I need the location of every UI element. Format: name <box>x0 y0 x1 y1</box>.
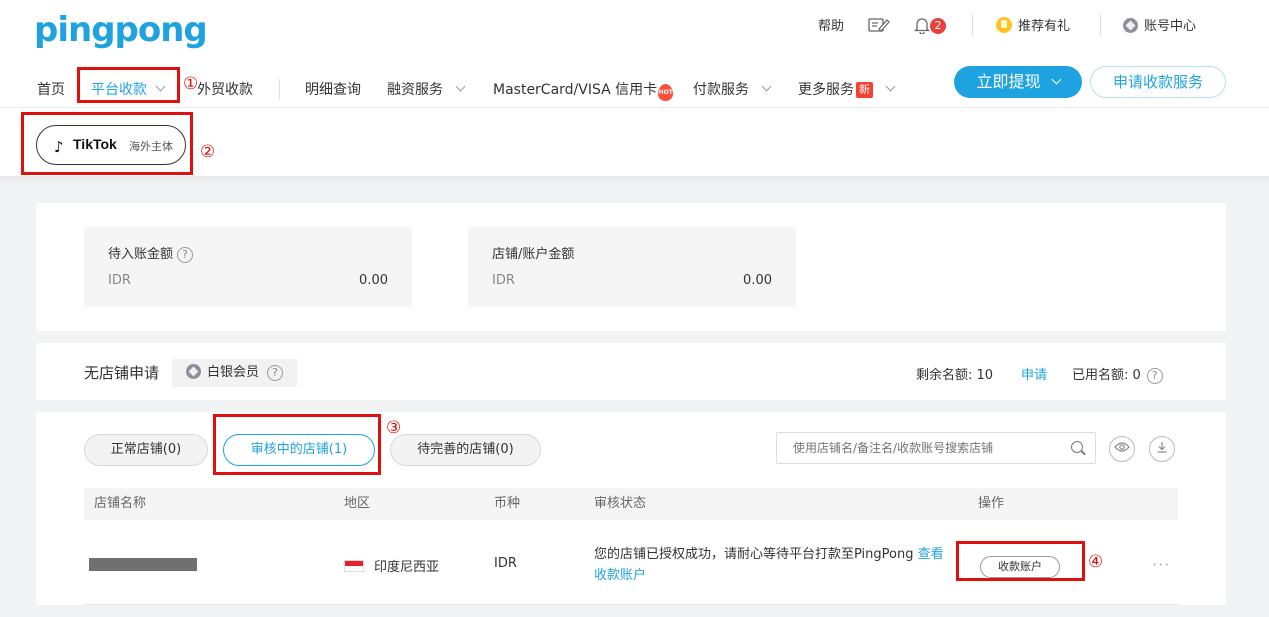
diamond-icon <box>1123 18 1138 33</box>
remaining-label: 剩余名额: <box>916 368 973 383</box>
store-balance-label: 店铺/账户金额 <box>492 247 575 262</box>
referral-link[interactable]: 推荐有礼 <box>996 16 1070 38</box>
annotation-box-3 <box>213 414 381 475</box>
store-balance-currency: IDR <box>492 273 515 288</box>
edit-icon[interactable] <box>868 16 890 38</box>
row-divider <box>84 604 1178 605</box>
store-region-label: 印度尼西亚 <box>374 560 440 575</box>
download-icon[interactable] <box>1149 436 1175 462</box>
nav-more-services[interactable]: 更多服务新 <box>798 79 896 101</box>
annotation-marker-1: ① <box>183 74 199 94</box>
nav-financing[interactable]: 融资服务 <box>387 79 466 101</box>
chevron-down-icon <box>455 81 466 92</box>
pending-balance-currency: IDR <box>108 273 131 288</box>
diamond-icon <box>186 364 201 379</box>
nav-home[interactable]: 首页 <box>37 79 65 101</box>
quota-panel: 无店铺申请 白银会员? 剩余名额: 10 申请 已用名额: 0? <box>36 343 1226 400</box>
pending-balance-label-text: 待入账金额 <box>108 247 174 262</box>
notification-count-badge: 2 <box>930 18 946 34</box>
store-currency: IDR <box>494 556 517 571</box>
store-search-input[interactable] <box>776 432 1096 464</box>
nav-details[interactable]: 明细查询 <box>305 79 361 101</box>
referral-label: 推荐有礼 <box>1018 19 1071 34</box>
divider <box>972 14 973 36</box>
nav-more-label: 更多服务 <box>798 82 854 98</box>
notification-bell[interactable]: 2 <box>913 16 946 38</box>
remaining-quota: 剩余名额: 10 <box>916 364 993 383</box>
tab-normal-stores[interactable]: 正常店铺(0) <box>84 434 208 466</box>
thumbs-up-icon <box>996 17 1012 33</box>
annotation-box-1 <box>77 67 180 103</box>
annotation-box-4 <box>956 541 1085 581</box>
review-status: 您的店铺已授权成功，请耐心等待平台打款至PingPong 查看收款账户 <box>594 544 956 586</box>
apply-collection-button[interactable]: 申请收款服务 <box>1090 66 1226 98</box>
apply-quota-link[interactable]: 申请 <box>1021 364 1047 383</box>
eye-icon[interactable] <box>1109 436 1135 462</box>
pingpong-logo[interactable]: pingpong <box>34 10 208 50</box>
new-badge: 新 <box>856 82 873 98</box>
nav-divider <box>279 79 280 99</box>
annotation-marker-4: ④ <box>1088 552 1104 572</box>
used-quota: 已用名额: 0? <box>1072 364 1163 384</box>
nav-trade-collection[interactable]: 外贸收款 <box>197 79 253 101</box>
annotation-marker-3: ③ <box>386 418 402 438</box>
withdraw-label: 立即提现 <box>976 72 1041 91</box>
pending-balance-card: 待入账金额? IDR 0.00 <box>84 227 412 307</box>
store-balance-value: 0.00 <box>743 273 772 288</box>
pending-balance-value: 0.00 <box>359 273 388 288</box>
chevron-down-icon <box>885 81 896 92</box>
member-level-tag: 白银会员? <box>172 359 298 387</box>
search-icon[interactable] <box>1071 441 1083 453</box>
pending-balance-label: 待入账金额? <box>108 243 194 263</box>
withdraw-button[interactable]: 立即提现 <box>954 66 1082 98</box>
store-balance-card: 店铺/账户金额 IDR 0.00 <box>468 227 796 307</box>
member-level-label: 白银会员 <box>207 365 260 380</box>
help-icon[interactable]: ? <box>177 247 194 263</box>
col-review-status: 审核状态 <box>594 496 647 511</box>
help-icon[interactable]: ? <box>267 365 284 381</box>
nav-payment[interactable]: 付款服务 <box>693 79 772 101</box>
tab-incomplete-stores[interactable]: 待完善的店铺(0) <box>390 434 541 466</box>
col-currency: 币种 <box>494 496 521 511</box>
used-label: 已用名额: <box>1072 368 1129 383</box>
col-store-name: 店铺名称 <box>94 496 147 511</box>
help-icon[interactable]: ? <box>1146 368 1163 384</box>
col-actions: 操作 <box>978 496 1005 511</box>
chevron-down-icon <box>761 81 772 92</box>
used-value: 0 <box>1132 368 1141 383</box>
no-store-apply-title: 无店铺申请 <box>84 364 160 382</box>
account-center-link[interactable]: 账号中心 <box>1123 16 1196 38</box>
annotation-box-2 <box>21 112 193 175</box>
balance-panel: 待入账金额? IDR 0.00 店铺/账户金额 IDR 0.00 <box>36 203 1226 331</box>
col-region: 地区 <box>344 496 371 511</box>
nav-credit-card-label: MasterCard/VISA 信用卡 <box>493 82 658 98</box>
table-header: 店铺名称 地区 币种 审核状态 操作 <box>84 488 1178 520</box>
redacted-store-name <box>89 558 197 571</box>
nav-credit-card[interactable]: MasterCard/VISA 信用卡HOT <box>493 79 674 101</box>
remaining-value: 10 <box>976 368 994 383</box>
review-status-text: 您的店铺已授权成功，请耐心等待平台打款至PingPong <box>594 547 914 562</box>
indonesia-flag-icon <box>344 560 364 572</box>
hot-flame-icon: HOT <box>658 84 674 101</box>
account-center-label: 账号中心 <box>1144 19 1197 34</box>
more-options-icon[interactable]: ··· <box>1152 555 1170 574</box>
bell-icon <box>913 18 931 35</box>
nav-financing-label: 融资服务 <box>387 82 443 98</box>
shadow-divider <box>0 176 1269 184</box>
annotation-marker-2: ② <box>200 142 216 162</box>
chevron-down-icon <box>1051 74 1061 85</box>
nav-payment-label: 付款服务 <box>693 82 749 98</box>
divider <box>1100 14 1101 36</box>
help-link[interactable]: 帮助 <box>818 16 844 38</box>
store-region: 印度尼西亚 <box>344 556 439 575</box>
